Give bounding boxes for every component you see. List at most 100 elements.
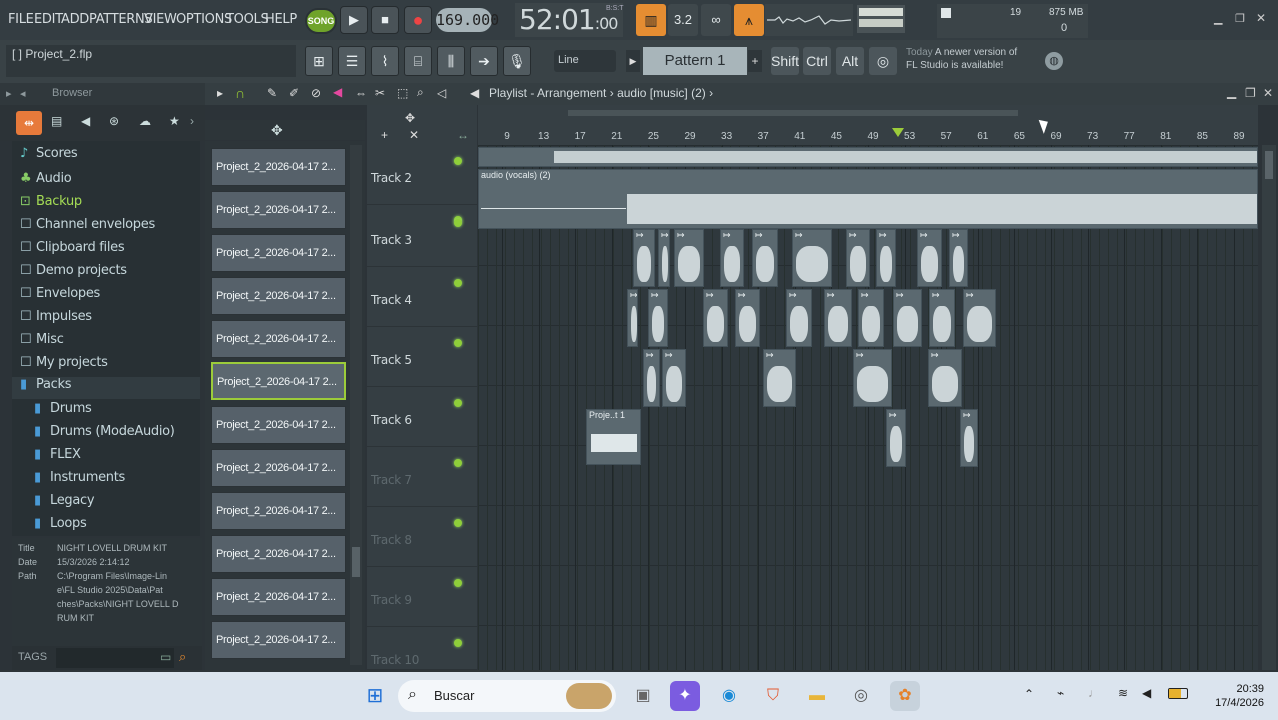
- paint-tool-icon[interactable]: ✐: [289, 86, 299, 100]
- browser-item-legacy[interactable]: ▮ Legacy: [34, 493, 95, 515]
- playlist-close-icon[interactable]: ✕: [1263, 86, 1273, 100]
- audio-clip-track3[interactable]: ↦: [876, 229, 896, 287]
- browser-item-loops[interactable]: ▮ Loops: [34, 516, 87, 538]
- browser-item-clipboard-files[interactable]: ☐ Clipboard files: [20, 240, 125, 262]
- menu-add[interactable]: ADD: [61, 12, 89, 27]
- audio-clip-track4[interactable]: ↦: [929, 289, 955, 347]
- picker-item[interactable]: Project_2_2026-04-17 2...: [211, 320, 346, 358]
- pattern-add-button[interactable]: +: [748, 50, 762, 72]
- slip-tool-icon[interactable]: ⇔: [355, 86, 367, 100]
- playlist-vertical-scrollbar[interactable]: [1262, 145, 1276, 670]
- close-icon[interactable]: ✕: [1256, 11, 1270, 25]
- browser-item-demo-projects[interactable]: ☐ Demo projects: [20, 263, 127, 285]
- audio-clip-track4[interactable]: ↦: [824, 289, 852, 347]
- view-piano-roll-button[interactable]: ⌇: [371, 46, 399, 76]
- menu-edit[interactable]: EDIT: [34, 12, 63, 27]
- track-header-8[interactable]: Track 8: [367, 507, 477, 567]
- brave-browser-icon[interactable]: ⛉: [758, 681, 788, 711]
- picker-icon[interactable]: ✥: [271, 122, 283, 139]
- play-button[interactable]: ▶: [340, 6, 368, 34]
- track-active-led[interactable]: [454, 639, 462, 647]
- arrangement-arrow-icon[interactable]: ◀: [470, 86, 479, 100]
- edge-browser-icon[interactable]: ◉: [714, 681, 744, 711]
- shift-modifier-button[interactable]: Shift: [771, 47, 799, 75]
- browser-all-icon[interactable]: ⇹: [16, 111, 42, 135]
- audio-clip-track3[interactable]: ↦: [658, 229, 670, 287]
- track-header-4[interactable]: Track 4: [367, 267, 477, 327]
- remove-track-icon[interactable]: ✕: [409, 128, 419, 142]
- picker-scrollbar[interactable]: [350, 145, 362, 665]
- play-arrow-icon[interactable]: ▸: [217, 86, 223, 100]
- view-playlist-button[interactable]: ⊞: [305, 46, 333, 76]
- browser-item-misc[interactable]: ☐ Misc: [20, 332, 64, 354]
- playhead-marker[interactable]: [892, 128, 904, 137]
- menu-options[interactable]: OPTIONS: [176, 12, 232, 27]
- audio-clip-track4[interactable]: ↦: [735, 289, 760, 347]
- menu-view[interactable]: VIEW: [144, 12, 177, 27]
- song-mode-button[interactable]: SONG: [305, 8, 337, 34]
- browser-item-envelopes[interactable]: ☐ Envelopes: [20, 286, 100, 308]
- pattern-selector[interactable]: Pattern 1: [643, 47, 747, 75]
- track-header-7[interactable]: Track 7: [367, 447, 477, 507]
- alt-modifier-button[interactable]: Alt: [836, 47, 864, 75]
- audio-clip-track3[interactable]: ↦: [752, 229, 778, 287]
- picker-item[interactable]: Project_2_2026-04-17 2...: [211, 234, 346, 272]
- loop-record-button[interactable]: ∞: [701, 4, 731, 36]
- track-header-3[interactable]: Track 3: [367, 207, 477, 267]
- waveform-tool-icon[interactable]: ✥: [405, 111, 415, 125]
- record-button[interactable]: ●: [404, 6, 432, 34]
- audio-clip-track4[interactable]: ↦: [648, 289, 668, 347]
- picker-item[interactable]: Project_2_2026-04-17 2...: [211, 449, 346, 487]
- microphone-icon[interactable]: ♩: [1088, 686, 1100, 700]
- audio-clip-track5[interactable]: ↦: [662, 349, 686, 407]
- horizontal-scroll-thumb[interactable]: [568, 110, 1018, 116]
- audio-clip-vocals[interactable]: audio (vocals) (2): [478, 169, 1258, 229]
- track-active-led[interactable]: [454, 279, 462, 287]
- picker-item[interactable]: Project_2_2026-04-17 2...: [211, 406, 346, 444]
- track-header-6[interactable]: Track 6: [367, 387, 477, 447]
- volume-icon[interactable]: ◀: [1142, 686, 1151, 700]
- picker-item[interactable]: Project_2_2026-04-17 2...: [211, 535, 346, 573]
- folder-icon[interactable]: ▭: [160, 650, 171, 664]
- audio-clip-track5[interactable]: ↦: [643, 349, 660, 407]
- audio-clip-track4[interactable]: ↦: [858, 289, 884, 347]
- cloud-icon[interactable]: ☁: [139, 114, 151, 128]
- view-browser-button[interactable]: ⌸: [404, 46, 432, 76]
- chrome-icon[interactable]: ◎: [846, 681, 876, 711]
- browser-item-backup[interactable]: ⊡ Backup: [20, 194, 82, 216]
- browser-item-flex[interactable]: ▮ FLEX: [34, 447, 81, 469]
- browser-item-channel-envelopes[interactable]: ☐ Channel envelopes: [20, 217, 155, 239]
- audio-clip-track4[interactable]: ↦: [703, 289, 728, 347]
- wifi-icon[interactable]: ≋: [1118, 686, 1128, 700]
- track-header-9[interactable]: Track 9: [367, 567, 477, 627]
- delete-tool-icon[interactable]: ⊘: [311, 86, 321, 100]
- audio-clip-track4[interactable]: ↦: [963, 289, 996, 347]
- menu-patterns[interactable]: PATTERNS: [89, 12, 153, 27]
- audio-clip-track3[interactable]: ↦: [846, 229, 870, 287]
- track-active-led[interactable]: [454, 519, 462, 527]
- picker-item[interactable]: Project_2_2026-04-17 2...: [211, 621, 346, 659]
- audio-clip-track5[interactable]: ↦: [853, 349, 892, 407]
- browser-item-my-projects[interactable]: ☐ My projects: [20, 355, 108, 377]
- plugin-icon[interactable]: ◀: [81, 114, 90, 128]
- select-tool-icon[interactable]: ⬚: [397, 86, 408, 100]
- audio-clip-track1[interactable]: [478, 147, 1258, 167]
- star-icon[interactable]: ★: [169, 114, 180, 128]
- audio-clip-track3[interactable]: ↦: [949, 229, 968, 287]
- add-track-icon[interactable]: +: [381, 128, 388, 142]
- taskbar-clock[interactable]: 20:39 17/4/2026: [1198, 682, 1264, 710]
- audio-clip-track3[interactable]: ↦: [674, 229, 704, 287]
- draw-tool-icon[interactable]: ✎: [267, 86, 277, 100]
- playlist-maximize-icon[interactable]: ❐: [1245, 86, 1256, 100]
- track-header-10[interactable]: Track 10: [367, 627, 477, 670]
- globe-icon[interactable]: ◍: [1045, 52, 1063, 70]
- database-icon[interactable]: ⊛: [109, 114, 119, 128]
- countdown-button[interactable]: 3.2: [668, 4, 698, 36]
- browser-item-impulses[interactable]: ☐ Impulses: [20, 309, 92, 331]
- file-icon[interactable]: ▤: [51, 114, 62, 128]
- magnet-icon[interactable]: ∩: [235, 85, 245, 101]
- track-active-led[interactable]: [454, 579, 462, 587]
- ctrl-modifier-button[interactable]: Ctrl: [803, 47, 831, 75]
- pattern-prev-button[interactable]: ▶: [626, 50, 640, 72]
- menu-file[interactable]: FILE: [8, 12, 34, 27]
